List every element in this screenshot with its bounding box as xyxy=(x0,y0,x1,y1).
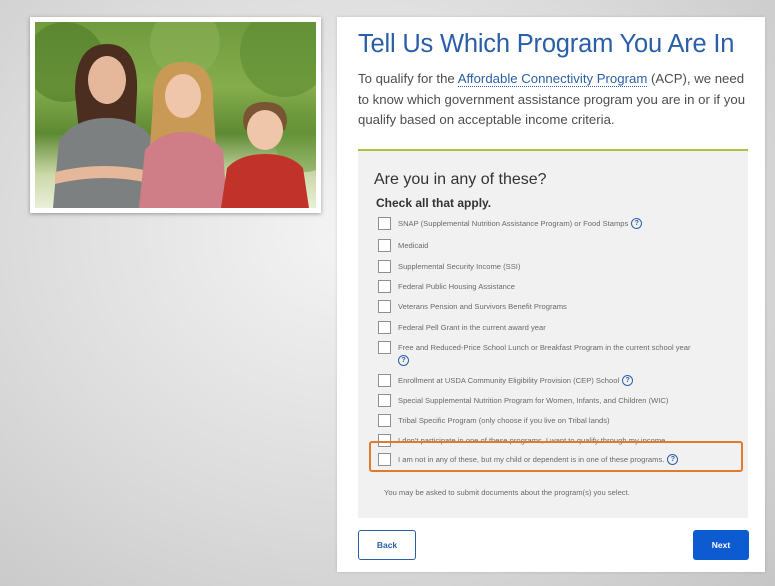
help-icon[interactable]: ? xyxy=(622,375,634,386)
option-label: Federal Public Housing Assistance xyxy=(398,282,515,291)
option-tribal[interactable]: Tribal Specific Program (only choose if … xyxy=(378,414,610,427)
option-medicaid[interactable]: Medicaid xyxy=(378,239,429,252)
option-veterans-pension[interactable]: Veterans Pension and Survivors Benefit P… xyxy=(378,300,567,313)
option-label: Supplemental Security Income (SSI) xyxy=(398,262,521,271)
family-illustration xyxy=(35,22,316,208)
checkbox[interactable] xyxy=(378,260,391,273)
intro-text-start: To qualify for the xyxy=(358,71,458,86)
page-title: Tell Us Which Program You Are In xyxy=(358,30,735,58)
option-public-housing[interactable]: Federal Public Housing Assistance xyxy=(378,280,515,293)
documents-note: You may be asked to submit documents abo… xyxy=(384,488,630,497)
checkbox[interactable] xyxy=(378,374,391,387)
checkbox[interactable] xyxy=(378,300,391,313)
help-icon[interactable]: ? xyxy=(398,355,409,366)
question-heading: Are you in any of these? xyxy=(374,171,547,188)
option-school-lunch[interactable]: Free and Reduced-Price School Lunch or B… xyxy=(378,341,708,366)
acp-link[interactable]: Affordable Connectivity Program xyxy=(457,71,648,87)
family-photo xyxy=(35,22,316,208)
option-label: Special Supplemental Nutrition Program f… xyxy=(398,396,669,405)
option-wic[interactable]: Special Supplemental Nutrition Program f… xyxy=(378,394,669,407)
option-text: Free and Reduced-Price School Lunch or B… xyxy=(398,342,691,366)
option-label: SNAP (Supplemental Nutrition Assistance … xyxy=(398,219,629,228)
intro-text: To qualify for the Affordable Connectivi… xyxy=(358,69,753,131)
checkbox[interactable] xyxy=(378,414,391,427)
option-ssi[interactable]: Supplemental Security Income (SSI) xyxy=(378,260,521,273)
question-subheading: Check all that apply. xyxy=(376,196,492,210)
checkbox[interactable] xyxy=(378,394,391,407)
back-button[interactable]: Back xyxy=(358,530,416,560)
checkbox[interactable] xyxy=(378,321,391,334)
checkbox[interactable] xyxy=(378,280,391,293)
option-cep-school[interactable]: Enrollment at USDA Community Eligibility… xyxy=(378,374,634,387)
family-photo-frame xyxy=(30,17,321,213)
checkbox[interactable] xyxy=(378,239,391,252)
checkbox[interactable] xyxy=(378,217,391,230)
option-snap[interactable]: SNAP (Supplemental Nutrition Assistance … xyxy=(378,217,643,230)
program-card: Tell Us Which Program You Are In To qual… xyxy=(337,17,765,572)
option-label: Enrollment at USDA Community Eligibility… xyxy=(398,376,620,385)
option-label: Tribal Specific Program (only choose if … xyxy=(398,416,610,425)
option-pell-grant[interactable]: Federal Pell Grant in the current award … xyxy=(378,321,546,334)
option-label: Medicaid xyxy=(398,241,429,250)
option-label: Veterans Pension and Survivors Benefit P… xyxy=(398,302,567,311)
help-icon[interactable]: ? xyxy=(631,218,643,229)
option-label: Free and Reduced-Price School Lunch or B… xyxy=(398,343,691,352)
checkbox[interactable] xyxy=(378,341,391,354)
next-button[interactable]: Next xyxy=(693,530,749,560)
highlight-box xyxy=(369,441,743,472)
option-label: Federal Pell Grant in the current award … xyxy=(398,323,546,332)
